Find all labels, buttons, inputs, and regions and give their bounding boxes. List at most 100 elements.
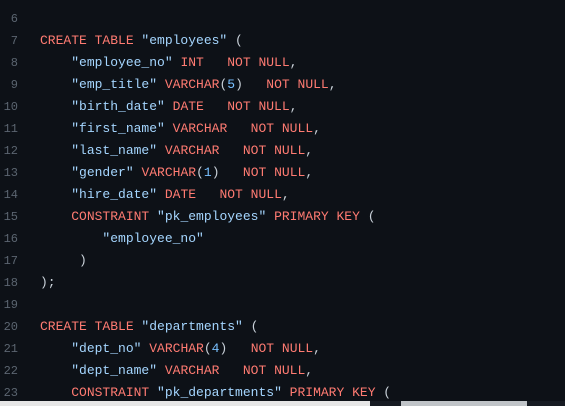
line-number: 6 [10, 12, 18, 26]
line-number: 13 [3, 166, 18, 180]
code-token: ); [40, 275, 56, 290]
line-code: "dept_no" VARCHAR(4) NOT NULL, [40, 338, 321, 360]
code-token: PRIMARY KEY [281, 385, 376, 400]
scrollbar-track-segment [401, 401, 527, 406]
code-token: CONSTRAINT [71, 385, 158, 400]
code-line: 17 ) [0, 250, 565, 272]
line-number: 18 [3, 276, 18, 290]
line-number: 16 [3, 232, 18, 246]
line-code: CREATE TABLE "departments" ( [40, 316, 258, 338]
line-number: 11 [3, 122, 18, 136]
line-code: "emp_title" VARCHAR(5) NOT NULL, [40, 74, 337, 96]
code-token: "hire_date" [71, 187, 158, 202]
code-token: "first_name" [71, 121, 165, 136]
line-code: "birth_date" DATE NOT NULL, [40, 96, 297, 118]
code-token: 5 [227, 77, 236, 92]
code-token: VARCHAR NOT NULL [164, 121, 314, 136]
code-line: 20 CREATE TABLE "departments" ( [0, 316, 565, 338]
code-token: ( [196, 165, 204, 180]
code-line: 9 "emp_title" VARCHAR(5) NOT NULL, [0, 74, 565, 96]
line-number: 9 [10, 78, 18, 92]
code-token: INT NOT NULL [172, 55, 290, 70]
scrollbar-thumb[interactable] [0, 401, 370, 406]
line-number: 14 [3, 188, 18, 202]
code-token: NOT NULL [242, 77, 329, 92]
code-token: "emp_title" [71, 77, 158, 92]
line-number: 21 [3, 342, 18, 356]
code-token: VARCHAR [133, 165, 197, 180]
code-token: VARCHAR [141, 341, 204, 356]
code-token: CONSTRAINT [71, 209, 158, 224]
line-code: "last_name" VARCHAR NOT NULL, [40, 140, 313, 162]
code-token: , [289, 55, 298, 70]
line-number: 19 [3, 298, 18, 312]
code-token: NOT NULL [227, 341, 314, 356]
line-code: ); [40, 272, 56, 294]
line-code: "employee_no" INT NOT NULL, [40, 52, 297, 74]
code-token: CREATE TABLE [40, 33, 142, 48]
code-editor[interactable]: 6 7 CREATE TABLE "employees" (8 "employee_… [0, 0, 565, 406]
line-code: "dept_name" VARCHAR NOT NULL, [40, 360, 313, 382]
code-line: 16 "employee_no" [0, 228, 565, 250]
code-token: "last_name" [71, 143, 158, 158]
code-token: "pk_departments" [157, 385, 282, 400]
horizontal-scrollbar[interactable] [0, 401, 565, 406]
code-token: ( [242, 319, 259, 334]
code-line: 14 "hire_date" DATE NOT NULL, [0, 184, 565, 206]
line-number: 7 [10, 34, 18, 48]
code-token: ( [359, 209, 376, 224]
code-token: "gender" [71, 165, 134, 180]
code-token: ) [235, 77, 243, 92]
line-code: "gender" VARCHAR(1) NOT NULL, [40, 162, 313, 184]
code-token: , [281, 187, 290, 202]
code-line: 10 "birth_date" DATE NOT NULL, [0, 96, 565, 118]
line-code: "employee_no" [40, 228, 204, 250]
code-line: 19 [0, 294, 565, 316]
code-token: , [313, 121, 321, 136]
code-token: "employees" [141, 33, 228, 48]
code-token: , [305, 165, 314, 180]
code-line: 11 "first_name" VARCHAR NOT NULL, [0, 118, 565, 140]
line-code: CONSTRAINT "pk_employees" PRIMARY KEY ( [40, 206, 376, 228]
code-token: , [289, 99, 298, 114]
code-token: , [328, 77, 337, 92]
line-number: 15 [3, 210, 18, 224]
code-line: 7 CREATE TABLE "employees" ( [0, 30, 565, 52]
code-token: NOT NULL [219, 165, 306, 180]
line-number: 10 [3, 100, 18, 114]
code-token: ( [203, 341, 212, 356]
code-token: ( [227, 33, 243, 48]
line-code: "first_name" VARCHAR NOT NULL, [40, 118, 321, 140]
code-token: CREATE TABLE [40, 319, 142, 334]
code-token: "dept_no" [71, 341, 142, 356]
line-code: "hire_date" DATE NOT NULL, [40, 184, 290, 206]
code-line: 12 "last_name" VARCHAR NOT NULL, [0, 140, 565, 162]
code-token: DATE NOT NULL [157, 187, 282, 202]
line-number: 17 [3, 254, 18, 268]
line-number: 20 [3, 320, 18, 334]
line-number: 22 [3, 364, 18, 378]
code-line: 21 "dept_no" VARCHAR(4) NOT NULL, [0, 338, 565, 360]
code-token: PRIMARY KEY [266, 209, 360, 224]
code-token: "departments" [141, 319, 243, 334]
code-line: 13 "gender" VARCHAR(1) NOT NULL, [0, 162, 565, 184]
code-line: 8 "employee_no" INT NOT NULL, [0, 52, 565, 74]
code-token: VARCHAR NOT NULL [157, 143, 306, 158]
code-token: , [305, 363, 314, 378]
code-token: ) [211, 165, 220, 180]
code-token: "dept_name" [71, 363, 158, 378]
code-token: "employee_no" [102, 231, 204, 246]
code-line: 15 CONSTRAINT "pk_employees" PRIMARY KEY… [0, 206, 565, 228]
code-token: "employee_no" [71, 55, 173, 70]
